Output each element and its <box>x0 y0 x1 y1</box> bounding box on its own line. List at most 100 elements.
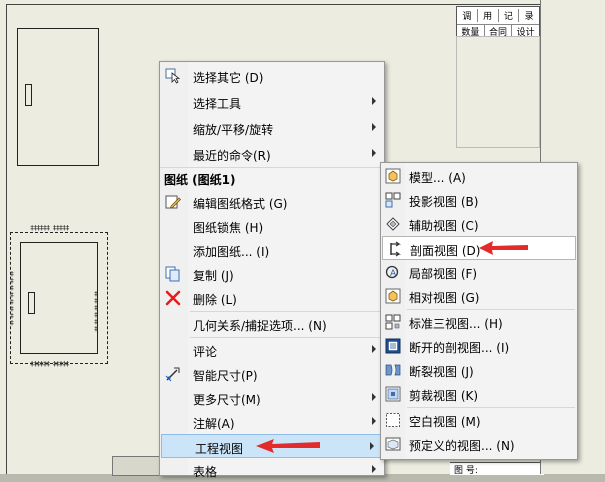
drawing-view-side-handle <box>28 292 35 314</box>
menu-item-comments[interactable]: 评论 <box>160 338 384 362</box>
relative-view-icon <box>384 287 402 305</box>
menu-section-header-sheet: 图纸 (图纸1) <box>160 166 384 190</box>
menu-item-label: 表格 <box>193 465 218 479</box>
context-menu: 选择其它 (D) 选择工具 缩放/平移/旋转 最近的命令(R) 图纸 (图纸1)… <box>159 61 385 479</box>
submenu-arrow-icon <box>372 97 376 105</box>
menu-item-label: 更多尺寸(M) <box>193 393 261 407</box>
menu-item-label: 编辑图纸格式 (G) <box>193 197 288 211</box>
title-block-cell: 调 <box>457 9 478 22</box>
menu-item-lock-sheet-focus[interactable]: 图纸锁焦 (H) <box>160 214 384 238</box>
title-block-cell: 用 <box>478 9 499 22</box>
submenu-item-predefined-view[interactable]: 预定义的视图... (N) <box>381 432 577 456</box>
menu-item-label: 几何关系/捕捉选项... (N) <box>193 319 327 333</box>
dimension-marks-top: ‡‡‡‡‡‡ ‡‡‡‡‡ <box>30 224 70 232</box>
dimension-marks-bottom: ‡‡‡‡‡‡ ‡‡‡‡‡ <box>30 360 70 368</box>
detail-view-icon: A <box>384 263 402 281</box>
submenu-item-label: 断开的剖视图... (I) <box>409 341 510 355</box>
submenu-item-relative-view[interactable]: 相对视图 (G) <box>381 284 577 308</box>
section-view-icon <box>386 240 404 258</box>
submenu-arrow-icon <box>372 393 376 401</box>
submenu-item-label: 剪裁视图 (K) <box>409 389 479 403</box>
submenu-item-label: 断裂视图 (J) <box>409 365 474 379</box>
menu-item-label: 选择工具 <box>193 97 242 111</box>
menu-item-label: 添加图纸... (I) <box>193 245 270 259</box>
submenu-item-detail-view[interactable]: A 局部视图 (F) <box>381 260 577 284</box>
menu-item-label: 评论 <box>193 345 218 359</box>
submenu-arrow-icon <box>372 149 376 157</box>
submenu-item-label: 辅助视图 (C) <box>409 219 479 233</box>
projected-view-icon <box>384 191 402 209</box>
submenu-item-crop-view[interactable]: 剪裁视图 (K) <box>381 382 577 406</box>
menu-item-recent-commands[interactable]: 最近的命令(R) <box>160 142 384 166</box>
submenu-item-auxiliary-view[interactable]: 辅助视图 (C) <box>381 212 577 236</box>
menu-item-label: 选择其它 (D) <box>193 71 264 85</box>
submenu-item-break-view[interactable]: 断裂视图 (J) <box>381 358 577 382</box>
submenu-item-label: 相对视图 (G) <box>409 291 480 305</box>
submenu-item-label: 预定义的视图... (N) <box>409 439 515 453</box>
title-block-row-1: 调 用 记 录 <box>457 9 539 22</box>
menu-item-select-other[interactable]: 选择其它 (D) <box>160 64 384 88</box>
standard-3-view-icon <box>384 313 402 331</box>
submenu-arrow-icon <box>370 442 374 450</box>
menu-item-copy[interactable]: 复制 (J) <box>160 262 384 286</box>
menu-item-label: 最近的命令(R) <box>193 149 271 163</box>
menu-item-delete[interactable]: 删除 (L) <box>160 286 384 310</box>
auxiliary-view-icon <box>384 215 402 233</box>
dimension-marks-right: ‡‡‡‡‡‡ <box>92 290 100 332</box>
submenu-arrow-icon <box>372 417 376 425</box>
drawing-views-submenu: 模型... (A) 投影视图 (B) 辅助视图 (C) 剖面视图 (D) A 局… <box>380 162 578 460</box>
menu-item-label: 缩放/平移/旋转 <box>193 123 274 137</box>
menu-item-more-dimensions[interactable]: 更多尺寸(M) <box>160 386 384 410</box>
annotation-arrow-drawing-views <box>256 439 320 453</box>
submenu-item-model-view[interactable]: 模型... (A) <box>381 164 577 188</box>
menu-item-edit-sheet-format[interactable]: 编辑图纸格式 (G) <box>160 190 384 214</box>
drawing-view-front-handle <box>25 84 32 106</box>
sheet-border-top <box>6 4 540 5</box>
edit-sheet-format-icon <box>164 193 182 211</box>
title-block: 调 用 记 录 数量 合同号 设计 <box>456 6 540 51</box>
submenu-item-broken-out-section[interactable]: 断开的剖视图... (I) <box>381 334 577 358</box>
submenu-item-standard-3-view[interactable]: 标准三视图... (H) <box>381 310 577 334</box>
submenu-item-projected-view[interactable]: 投影视图 (B) <box>381 188 577 212</box>
title-block-cell: 记 <box>499 9 520 22</box>
menu-item-label: 工程视图 <box>195 442 244 456</box>
menu-item-annotations[interactable]: 注解(A) <box>160 410 384 434</box>
submenu-item-empty-view[interactable]: 空白视图 (M) <box>381 408 577 432</box>
sheet-border-left <box>6 4 7 474</box>
menu-item-relations-snaps[interactable]: 几何关系/捕捉选项... (N) <box>160 312 384 336</box>
copy-icon <box>164 265 182 283</box>
menu-item-label: 删除 (L) <box>193 293 237 307</box>
submenu-item-label: 空白视图 (M) <box>409 415 481 429</box>
annotation-arrow-section-view <box>479 241 528 255</box>
menu-item-label: 注解(A) <box>193 417 235 431</box>
menu-item-label: 图纸锁焦 (H) <box>193 221 264 235</box>
submenu-arrow-icon <box>372 123 376 131</box>
menu-section-title: 图纸 (图纸1) <box>164 173 236 187</box>
svg-text:A: A <box>390 269 397 279</box>
submenu-item-label: 投影视图 (B) <box>409 195 479 209</box>
title-block-grid <box>456 36 540 148</box>
menu-item-label: 智能尺寸(P) <box>193 369 258 383</box>
title-block-cell: 录 <box>524 12 534 22</box>
select-other-icon <box>164 67 182 85</box>
menu-item-tables[interactable]: 表格 <box>160 458 384 482</box>
submenu-item-label: 模型... (A) <box>409 171 466 185</box>
menu-item-zoom-pan-rotate[interactable]: 缩放/平移/旋转 <box>160 116 384 140</box>
break-view-icon <box>384 361 402 379</box>
submenu-arrow-icon <box>372 465 376 473</box>
predefined-view-icon <box>384 435 402 453</box>
menu-item-smart-dimension[interactable]: 智能尺寸(P) <box>160 362 384 386</box>
broken-out-section-icon <box>384 337 402 355</box>
menu-item-select-tools[interactable]: 选择工具 <box>160 90 384 114</box>
crop-view-icon <box>384 385 402 403</box>
sheet-tab-strip <box>112 456 162 476</box>
menu-item-label: 复制 (J) <box>193 269 234 283</box>
empty-view-icon <box>384 411 402 429</box>
submenu-item-label: 局部视图 (F) <box>409 267 478 281</box>
submenu-item-label: 标准三视图... (H) <box>409 317 503 331</box>
delete-icon <box>164 289 182 307</box>
menu-item-add-sheet[interactable]: 添加图纸... (I) <box>160 238 384 262</box>
dimension-marks-left: ‡‡‡‡‡‡‡‡ <box>8 270 16 326</box>
smart-dimension-icon <box>164 365 182 383</box>
submenu-item-label: 剖面视图 (D) <box>410 244 481 258</box>
